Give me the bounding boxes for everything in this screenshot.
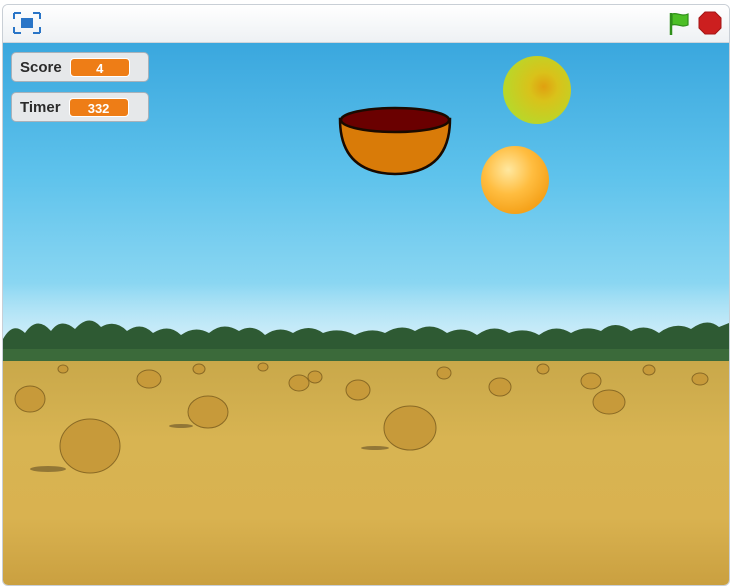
stop-sign-icon[interactable]	[698, 11, 722, 35]
green-yellow-ball[interactable]	[503, 56, 571, 124]
bowl[interactable]	[338, 106, 452, 176]
stage-window: Score 4 Timer 332	[2, 4, 730, 586]
game-stage[interactable]: Score 4 Timer 332	[3, 43, 729, 585]
orange-ball[interactable]	[481, 146, 549, 214]
stage-toolbar	[3, 5, 729, 43]
sprites-layer	[338, 56, 571, 214]
fullscreen-icon[interactable]	[13, 12, 41, 34]
green-flag-icon[interactable]	[667, 11, 691, 37]
